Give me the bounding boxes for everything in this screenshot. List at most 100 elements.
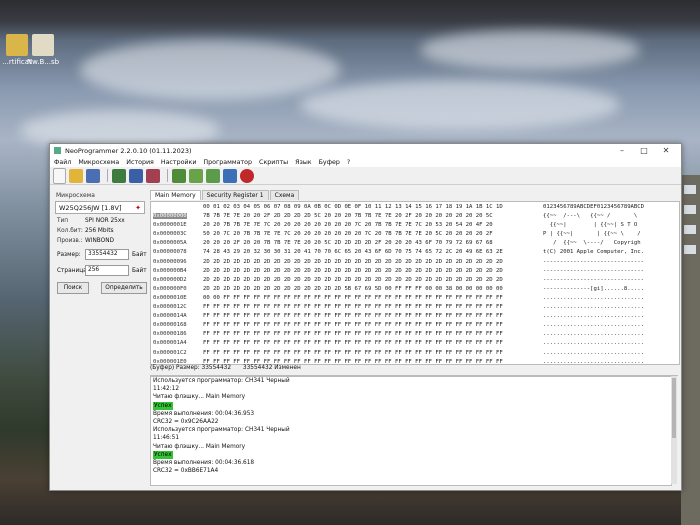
- log-text: Читаю флэшку... Main Memory: [153, 443, 246, 450]
- hex-row-ascii[interactable]: ------------------------------: [543, 259, 644, 265]
- hex-row-ascii[interactable]: ------------------------------: [543, 268, 644, 274]
- hex-row-bytes[interactable]: 2D 2D 2D 2D 2D 2D 2D 2D 2D 2D 2D 2D 2D 2…: [203, 268, 503, 274]
- save-icon[interactable]: [86, 168, 100, 183]
- hex-row-ascii[interactable]: ..............................: [543, 331, 644, 337]
- lock-icon[interactable]: [223, 168, 237, 183]
- minimize-icon[interactable]: –: [611, 146, 633, 155]
- hex-row-bytes[interactable]: 2D 2D 2D 2D 2D 2D 2D 2D 2D 2D 2D 2D 2D 2…: [203, 277, 503, 283]
- hex-row-ascii[interactable]: ------------------------------: [543, 277, 644, 283]
- menu-chip[interactable]: Микросхема: [78, 159, 119, 166]
- pdf-icon[interactable]: ✦: [135, 204, 141, 212]
- hex-row-ascii[interactable]: ..............................: [543, 322, 644, 328]
- log-text: Время выполнения: 00:04:36.953: [153, 410, 255, 417]
- read-chip-icon[interactable]: [112, 168, 126, 183]
- hex-row-bytes[interactable]: FF FF FF FF FF FF FF FF FF FF FF FF FF F…: [203, 331, 503, 337]
- title-bar[interactable]: NeoProgrammer 2.2.0.10 (01.11.2023) – □ …: [50, 144, 681, 157]
- hex-row-address: 0x0000003C: [153, 231, 187, 238]
- hex-editor[interactable]: 00 01 02 03 04 05 06 07 08 09 0A 0B 0C 0…: [150, 201, 680, 365]
- hex-row-bytes[interactable]: FF FF FF FF FF FF FF FF FF FF FF FF FF F…: [203, 304, 503, 310]
- chip-selector[interactable]: W25Q256JW [1.8V] ✦: [55, 201, 145, 214]
- hex-row-bytes[interactable]: 20 20 20 2F 20 20 7B 7B 7E 7E 20 20 5C 2…: [203, 240, 493, 246]
- desktop-icon-2[interactable]: Nw.B...sb: [26, 34, 60, 66]
- menu-bar: Файл Микросхема История Настройки Програ…: [50, 157, 681, 167]
- background-window-edge: [681, 175, 700, 525]
- page-field-row: Страница: 256 Байт: [57, 265, 147, 276]
- menu-file[interactable]: Файл: [54, 159, 71, 166]
- hex-row-bytes[interactable]: FF FF FF FF FF FF FF FF FF FF FF FF FF F…: [203, 313, 503, 319]
- detect-button[interactable]: Определить: [101, 282, 147, 294]
- hex-row-ascii[interactable]: ..............................: [543, 295, 644, 301]
- scrollbar-thumb[interactable]: [672, 378, 676, 438]
- log-line: Время выполнения: 00:04:36.953: [151, 410, 671, 418]
- write-chip-icon[interactable]: [129, 168, 143, 183]
- chip-type-row: Тип SPI NOR 25xx: [57, 218, 147, 224]
- tab-main-memory[interactable]: Main Memory: [150, 190, 201, 200]
- tab-security-register[interactable]: Security Register 1: [201, 190, 269, 200]
- hex-row-bytes[interactable]: FF FF FF FF FF FF FF FF FF FF FF FF FF F…: [203, 350, 503, 356]
- buffer-size-status: (Буфер) Размер: 33554432: [150, 365, 232, 371]
- stop-icon[interactable]: [240, 168, 254, 183]
- hex-row-ascii[interactable]: ..............................: [543, 304, 644, 310]
- verify-icon[interactable]: [172, 168, 186, 183]
- hex-row-bytes[interactable]: 20 20 7B 7B 7E 7E 7C 20 20 20 20 20 20 2…: [203, 222, 493, 228]
- menu-settings[interactable]: Настройки: [161, 159, 197, 166]
- hex-row-ascii[interactable]: ..............................: [543, 313, 644, 319]
- folder-icon: [32, 34, 54, 56]
- hex-row-ascii[interactable]: {{~~ /---\ {{~~ / \: [543, 213, 637, 219]
- menu-help[interactable]: ?: [347, 159, 350, 166]
- hex-row-bytes[interactable]: FF FF FF FF FF FF FF FF FF FF FF FF FF F…: [203, 340, 503, 346]
- tab-scheme[interactable]: Схема: [269, 190, 300, 200]
- hex-row-bytes[interactable]: 2D 2D 2D 2D 2D 2D 2D 2D 2D 2D 2D 2D 2D 2…: [203, 286, 503, 292]
- hex-row-ascii[interactable]: --------------[gi]......8.....: [543, 286, 644, 292]
- hex-row-bytes[interactable]: 74 28 43 29 20 32 30 30 31 20 41 70 70 6…: [203, 249, 503, 255]
- search-button[interactable]: Поиск: [57, 282, 89, 294]
- close-icon[interactable]: ✕: [655, 146, 677, 155]
- chip-name: W25Q256JW [1.8V]: [59, 203, 122, 212]
- app-icon: [54, 147, 61, 154]
- blank-check-icon[interactable]: [189, 168, 203, 183]
- log-line: Читаю флэшку... Main Memory: [151, 443, 671, 451]
- chip-buttons: Поиск Определить: [57, 282, 147, 294]
- hex-row-bytes[interactable]: FF FF FF FF FF FF FF FF FF FF FF FF FF F…: [203, 359, 503, 364]
- buffer-status-bar: (Буфер) Размер: 33554432 33554432 Измене…: [150, 365, 678, 376]
- log-text: Используется программатор: CH341 Черный: [153, 427, 290, 434]
- hex-row-ascii[interactable]: {{~~| | {{~~| S T O: [543, 222, 638, 228]
- hex-row-bytes[interactable]: 7B 7B 7E 7E 20 20 2F 2D 2D 2D 2D 5C 20 2…: [203, 213, 493, 219]
- new-file-icon[interactable]: [53, 167, 66, 184]
- maximize-icon[interactable]: □: [633, 146, 655, 155]
- hex-row-ascii[interactable]: / {{~~ \----/ Copyrigh: [543, 240, 641, 246]
- hex-row-bytes[interactable]: FF FF FF FF FF FF FF FF FF FF FF FF FF F…: [203, 322, 503, 328]
- buffer-changed-status: 33554432 Изменен: [242, 365, 301, 371]
- hex-row-ascii[interactable]: ..............................: [543, 359, 644, 364]
- hex-row-bytes[interactable]: 50 20 7C 20 7B 7B 7E 7E 7C 20 20 20 20 2…: [203, 231, 493, 237]
- menu-language[interactable]: Язык: [295, 159, 312, 166]
- hex-row-ascii[interactable]: P | {{~~| | {{~~ \ /: [543, 231, 641, 237]
- hex-row-ascii[interactable]: t(C) 2001 Apple Computer, Inc.: [543, 249, 644, 255]
- menu-scripts[interactable]: Скрипты: [259, 159, 288, 166]
- memory-tabs: Main Memory Security Register 1 Схема: [150, 190, 300, 200]
- success-badge: Успех: [153, 450, 173, 459]
- auto-icon[interactable]: [206, 168, 220, 183]
- hex-row-bytes[interactable]: 2D 2D 2D 2D 2D 2D 2D 2D 2D 2D 2D 2D 2D 2…: [203, 259, 503, 265]
- hex-row-address: 0x0000010E: [153, 294, 187, 301]
- hex-row-address: 0x0000005A: [153, 240, 187, 247]
- hex-row-address: 0x00000186: [153, 331, 187, 338]
- hex-row-ascii[interactable]: ..............................: [543, 340, 644, 346]
- hex-row-address: 0x00000168: [153, 322, 187, 329]
- folder-icon: [6, 34, 28, 56]
- menu-history[interactable]: История: [126, 159, 154, 166]
- hex-row-bytes[interactable]: 00 00 FF FF FF FF FF FF FF FF FF FF FF F…: [203, 295, 503, 301]
- log-line: 11:42:12: [151, 385, 671, 393]
- chip-group-title: Микросхема: [56, 192, 95, 199]
- open-folder-icon[interactable]: [69, 168, 83, 183]
- log-scrollbar[interactable]: [671, 376, 677, 484]
- size-input[interactable]: 33554432: [85, 249, 129, 260]
- toolbar: [50, 167, 681, 185]
- page-input[interactable]: 256: [85, 265, 129, 276]
- erase-icon[interactable]: [146, 168, 160, 183]
- hex-row-address: 0x0000014A: [153, 313, 187, 320]
- log-panel[interactable]: Используется программатор: CH341 Черный 1…: [150, 376, 672, 486]
- hex-row-ascii[interactable]: ..............................: [543, 350, 644, 356]
- menu-programmer[interactable]: Программатор: [203, 159, 252, 166]
- menu-buffer[interactable]: Буфер: [319, 159, 340, 166]
